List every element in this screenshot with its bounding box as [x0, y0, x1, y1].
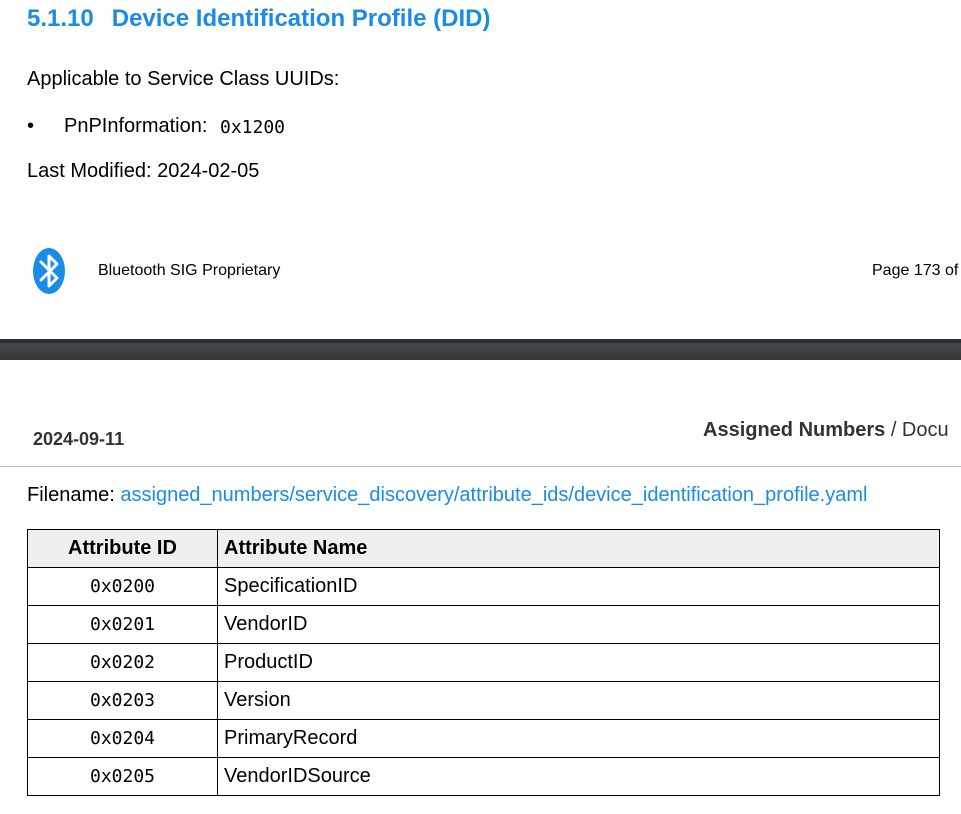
attribute-id-cell: 0x0204 — [27, 719, 218, 758]
column-header-attribute-name: Attribute Name — [217, 529, 940, 568]
header-document-title: Assigned Numbers / Docu — [703, 419, 949, 442]
header-doc-rest: / Docu — [885, 419, 949, 441]
section-title: Device Identification Profile (DID) — [111, 5, 491, 32]
table-header-row: Attribute ID Attribute Name — [27, 529, 940, 568]
header-divider — [0, 466, 961, 467]
table-row: 0x0200 SpecificationID — [27, 567, 940, 606]
attribute-id-cell: 0x0200 — [27, 567, 218, 606]
attribute-id-cell: 0x0203 — [27, 681, 218, 720]
filename-line: Filename: assigned_numbers/service_disco… — [27, 484, 867, 507]
uuid-value: 0x1200 — [220, 117, 286, 138]
bullet-point: • — [27, 115, 35, 137]
attribute-id-cell: 0x0205 — [27, 757, 218, 796]
attribute-name-cell: PrimaryRecord — [217, 719, 940, 758]
attribute-name-cell: ProductID — [217, 643, 940, 682]
column-header-attribute-id: Attribute ID — [27, 529, 218, 568]
filename-link[interactable]: assigned_numbers/service_discovery/attri… — [120, 484, 867, 506]
table-row: 0x0202 ProductID — [27, 643, 940, 682]
attribute-name-cell: VendorIDSource — [217, 757, 940, 796]
table-row: 0x0204 PrimaryRecord — [27, 719, 940, 758]
attribute-id-cell: 0x0202 — [27, 643, 218, 682]
last-modified: Last Modified: 2024-02-05 — [27, 160, 260, 182]
bluetooth-icon — [33, 248, 67, 294]
attribute-name-cell: Version — [217, 681, 940, 720]
page-number: Page 173 of — [872, 262, 959, 279]
header-date: 2024-09-11 — [33, 429, 125, 449]
attribute-table: Attribute ID Attribute Name 0x0200 Speci… — [27, 529, 940, 796]
header-doc-bold: Assigned Numbers — [703, 419, 886, 441]
filename-label: Filename: — [27, 484, 115, 506]
table-row: 0x0201 VendorID — [27, 605, 940, 644]
attribute-name-cell: VendorID — [217, 605, 940, 644]
uuid-name: PnPInformation: — [64, 115, 208, 137]
table-row: 0x0205 VendorIDSource — [27, 757, 940, 796]
page-separator — [0, 339, 961, 360]
uuid-list-item: • PnPInformation: 0x1200 — [27, 115, 285, 138]
attribute-id-cell: 0x0201 — [27, 605, 218, 644]
applicable-label: Applicable to Service Class UUIDs: — [27, 68, 340, 90]
section-number: 5.1.10 — [27, 5, 94, 32]
table-row: 0x0203 Version — [27, 681, 940, 720]
footer-proprietary: Bluetooth SIG Proprietary — [98, 262, 281, 279]
section-heading: 5.1.10 Device Identification Profile (DID… — [27, 5, 490, 33]
attribute-name-cell: SpecificationID — [217, 567, 940, 606]
